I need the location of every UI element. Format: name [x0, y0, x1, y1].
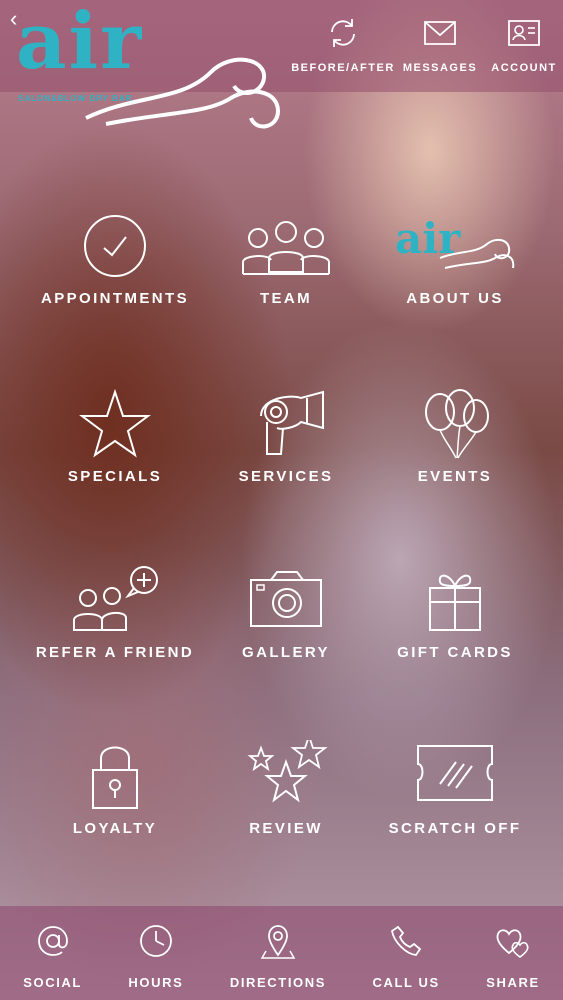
menu-about-us[interactable]: air ABOUT US — [370, 210, 540, 307]
menu-label: REVIEW — [249, 820, 323, 837]
menu-loyalty[interactable]: LOYALTY — [30, 740, 200, 837]
menu-refer-a-friend[interactable]: REFER A FRIEND — [30, 564, 200, 661]
check-circle-icon — [60, 210, 170, 282]
menu-scratch-off[interactable]: SCRATCH OFF — [370, 740, 540, 837]
camera-icon — [231, 564, 341, 636]
footer-share[interactable]: SHARE — [486, 921, 540, 990]
footer-label: HOURS — [128, 975, 184, 990]
header-actions: BEFORE/AFTER MESSAGES ACCOUNT — [291, 14, 563, 74]
map-pin-icon — [258, 921, 298, 961]
air-logo-icon: air — [395, 210, 515, 282]
gift-icon — [400, 564, 510, 636]
footer-hours[interactable]: HOURS — [128, 921, 183, 990]
footer-directions[interactable]: DIRECTIONS — [230, 921, 326, 990]
menu-team[interactable]: TEAM — [201, 210, 371, 307]
lock-icon — [60, 740, 170, 812]
refresh-icon — [324, 14, 362, 52]
menu-gift-cards[interactable]: GIFT CARDS — [370, 564, 540, 661]
balloons-icon — [400, 388, 510, 460]
menu-label: GIFT CARDS — [397, 644, 513, 661]
ticket-icon — [400, 740, 510, 812]
at-icon — [33, 921, 73, 961]
before-after-label: BEFORE/AFTER — [291, 62, 395, 74]
menu-label: LOYALTY — [72, 820, 158, 837]
menu-label: EVENTS — [417, 468, 493, 485]
account-label: ACCOUNT — [491, 62, 557, 74]
background-photo — [0, 0, 563, 1000]
menu-review[interactable]: REVIEW — [201, 740, 371, 837]
menu-label: TEAM — [259, 290, 313, 307]
footer-nav: SOCIAL HOURS DIRECTIONS CALL US SHARE — [0, 921, 563, 990]
menu-label: SCRATCH OFF — [388, 820, 522, 837]
menu-label: ABOUT US — [406, 290, 504, 307]
menu-gallery[interactable]: GALLERY — [201, 564, 371, 661]
menu-specials[interactable]: SPECIALS — [30, 388, 200, 485]
star-icon — [60, 388, 170, 460]
messages-label: MESSAGES — [402, 62, 478, 74]
brand-logo: air SALON&BLOW DRY BAR — [16, 0, 286, 138]
footer-label: CALL US — [372, 975, 440, 990]
stars-icon — [231, 740, 341, 812]
footer-label: SOCIAL — [23, 975, 82, 990]
envelope-icon — [421, 14, 459, 52]
menu-events[interactable]: EVENTS — [370, 388, 540, 485]
menu-label: APPOINTMENTS — [41, 290, 189, 307]
menu-label: GALLERY — [242, 644, 330, 661]
about-swirl-icon — [395, 210, 515, 282]
refer-friend-icon — [60, 564, 170, 636]
menu-label: REFER A FRIEND — [35, 644, 195, 661]
menu-appointments[interactable]: APPOINTMENTS — [30, 210, 200, 307]
menu-label: SPECIALS — [67, 468, 163, 485]
footer-label: DIRECTIONS — [229, 975, 327, 990]
clock-icon — [136, 921, 176, 961]
phone-icon — [386, 921, 426, 961]
footer-social[interactable]: SOCIAL — [23, 921, 82, 990]
hair-dryer-icon — [231, 388, 341, 460]
before-after-button[interactable]: BEFORE/AFTER — [291, 14, 395, 74]
hearts-icon — [493, 921, 533, 961]
footer-label: SHARE — [486, 975, 540, 990]
people-icon — [231, 210, 341, 282]
menu-services[interactable]: SERVICES — [201, 388, 371, 485]
footer-call-us[interactable]: CALL US — [372, 921, 439, 990]
menu-label: SERVICES — [238, 468, 334, 485]
id-card-icon — [505, 14, 543, 52]
messages-button[interactable]: MESSAGES — [395, 14, 485, 74]
logo-swirl-icon — [16, 6, 286, 138]
account-button[interactable]: ACCOUNT — [485, 14, 563, 74]
